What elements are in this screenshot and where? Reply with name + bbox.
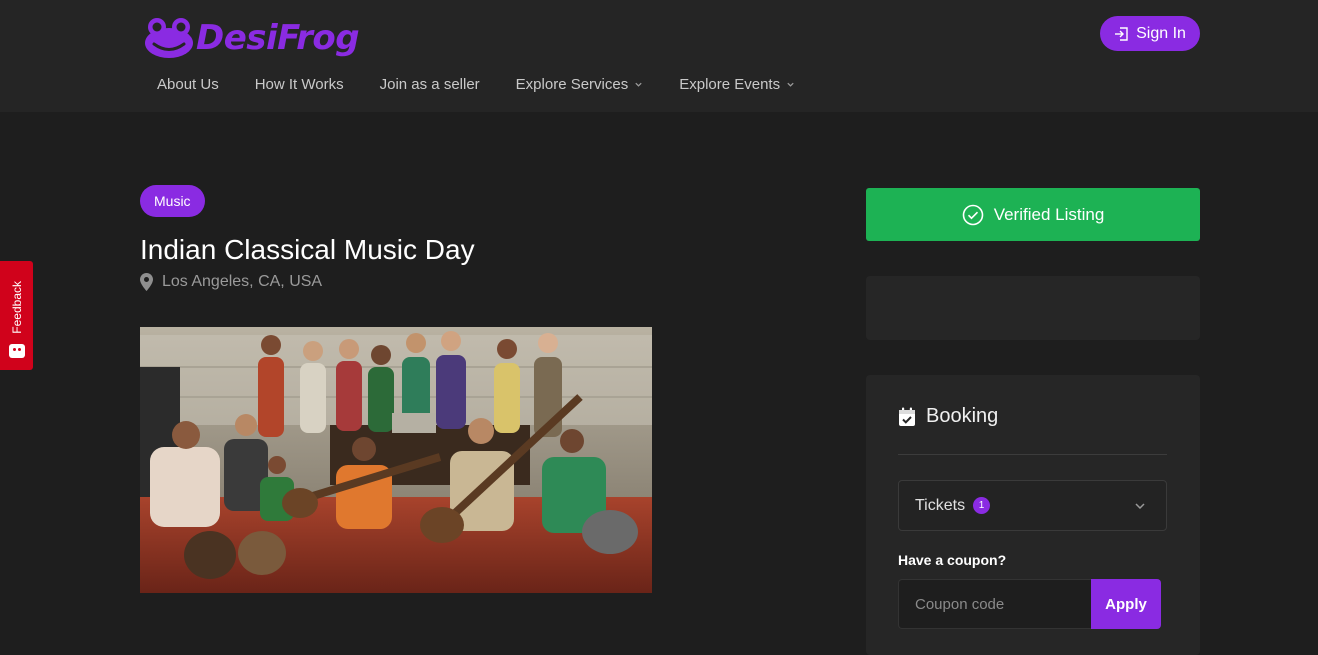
frog-face-icon — [145, 18, 193, 58]
smiley-icon — [8, 344, 25, 358]
calendar-check-icon — [899, 407, 915, 426]
sidebar-empty-panel — [866, 276, 1200, 340]
booking-title: Booking — [926, 405, 999, 427]
check-circle-icon — [962, 204, 984, 225]
nav-about-us[interactable]: About Us — [157, 76, 219, 93]
event-title: Indian Classical Music Day — [140, 234, 475, 265]
sign-in-icon — [1115, 26, 1128, 41]
event-photo-image — [140, 327, 652, 593]
nav-label: How It Works — [254, 76, 344, 93]
chevron-down-icon — [1135, 503, 1145, 510]
feedback-label: Feedback — [9, 281, 24, 334]
category-tag[interactable]: Music — [140, 185, 205, 217]
nav-explore-services[interactable]: Explore Services — [516, 76, 644, 93]
brand-name: DesiFrog — [196, 18, 360, 58]
nav-how-it-works[interactable]: How It Works — [255, 76, 344, 93]
map-pin-icon — [140, 273, 153, 291]
location-text: Los Angeles, CA, USA — [162, 273, 323, 290]
tickets-label: Tickets — [915, 496, 966, 514]
main-nav: About Us How It Works Join as a seller E… — [157, 76, 831, 93]
booking-divider — [898, 454, 1167, 455]
nav-label: Explore Services — [515, 76, 629, 93]
apply-coupon-button[interactable]: Apply — [1091, 579, 1161, 629]
booking-heading: Booking — [898, 405, 998, 428]
tickets-count-badge: 1 — [973, 497, 991, 514]
booking-panel: Booking Tickets 1 Have a coupon? Apply — [866, 375, 1200, 655]
event-location: Los Angeles, CA, USA — [140, 273, 322, 291]
nav-join-as-seller[interactable]: Join as a seller — [380, 76, 480, 93]
nav-label: Join as a seller — [379, 76, 480, 93]
event-photo — [140, 327, 652, 593]
feedback-tab[interactable]: Feedback — [0, 261, 33, 370]
sign-in-label: Sign In — [1136, 24, 1186, 42]
coupon-code-input[interactable] — [898, 579, 1091, 629]
nav-label: Explore Events — [679, 76, 781, 93]
chevron-down-icon — [635, 82, 642, 87]
verified-label: Verified Listing — [993, 204, 1105, 224]
coupon-label: Have a coupon? — [898, 552, 1007, 568]
site-header: DesiFrog Sign In About Us How It Works J… — [0, 0, 1318, 112]
sign-in-button[interactable]: Sign In — [1100, 16, 1200, 51]
tickets-dropdown[interactable]: Tickets 1 — [898, 480, 1167, 531]
chevron-down-icon — [787, 82, 794, 87]
verified-listing-badge: Verified Listing — [866, 188, 1200, 241]
nav-explore-events[interactable]: Explore Events — [679, 76, 795, 93]
site-logo[interactable]: DesiFrog — [144, 16, 360, 60]
nav-label: About Us — [157, 76, 219, 93]
